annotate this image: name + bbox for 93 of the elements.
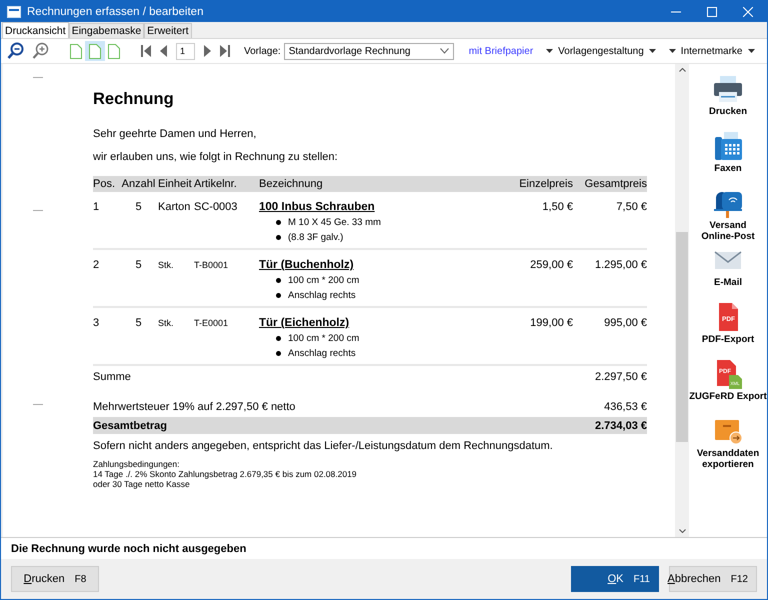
table-cell-text: T-E0001 [194,317,230,328]
bullet-icon [276,336,281,341]
bullet-icon [276,220,281,225]
caret-icon [668,49,676,53]
printer-icon [712,74,744,104]
total-value: 2.734,03 € [595,420,647,432]
bullet-icon [276,293,281,298]
table-cell-text: 5 [134,317,143,329]
last-page-icon[interactable] [219,45,231,57]
total-label: Gesamtbetrag [93,420,167,432]
table-cell-text: 5 [134,201,143,213]
window-title: Rechnungen erfassen / bearbeiten [27,6,204,18]
table-cell-text: Stk. [158,317,175,328]
payment-terms-line: 14 Tage ./. 2% Skonto Zahlungsbetrag 2.679,35 € bis zum 02.08.2019 [93,469,358,479]
table-cell-text: T-B0001 [194,259,230,270]
page-icon [70,44,82,58]
page-number-field[interactable]: 1 [176,42,195,60]
column-header: Pos. [93,178,116,190]
table-cell-text: SC-0003 [194,201,238,213]
template-dropdown[interactable]: Standardvorlage Rechnung [284,42,454,60]
delivery-note: Sofern nicht anders angegeben, entspricht das Liefer-/Leistungsdatum dem Rechnungsdatum. [93,440,554,452]
letterhead-link[interactable]: mit Briefpapier [468,46,534,56]
scroll-down-icon[interactable] [678,529,686,533]
status-message: Die Rechnung wurde noch nicht ausgegeben [1,537,767,559]
sidebar-action[interactable]: Drucken [689,74,767,129]
bullet-icon [276,351,281,356]
sum-label: Summe [93,371,131,383]
template-label: Vorlage: [244,46,281,56]
bullet-icon [276,278,281,283]
first-page-icon[interactable] [140,45,152,57]
toolbar-menu[interactable]: Internetmarke [680,46,742,56]
toolbar-menu[interactable]: Vorlagengestaltung [558,46,644,56]
column-header: Bezeichnung [259,178,324,190]
payment-terms-line: Zahlungsbedingungen: [93,459,180,469]
zoom-in-icon[interactable] [32,42,50,60]
page-icon [89,44,101,58]
page-icon [108,44,120,58]
payment-terms-line: oder 30 Tage netto Kasse [93,479,191,489]
table-cell-text: 995,00 € [603,317,647,329]
sum-value: 2.297,50 € [595,371,647,383]
item-name: Tür (Eichenholz) [259,317,350,329]
table-cell-text: 1,50 € [541,201,573,213]
dialog-button[interactable]: Drucken F8 [11,566,99,592]
item-detail: (8.8 3F galv.) [288,232,344,243]
caret-icon [648,49,656,53]
table-cell-text: 259,00 € [529,259,573,271]
table-cell-text: 5 [134,259,143,271]
tab[interactable]: Druckansicht [2,22,69,38]
maximize-icon[interactable] [707,6,717,16]
dialog-button[interactable]: Abbrechen F12 [669,566,757,592]
tab[interactable]: Erweitert [144,23,192,38]
salutation-text: Sehr geehrte Damen und Herren, [93,128,258,140]
table-cell-text: Karton [158,201,192,213]
table-cell-text: 2 [93,259,100,271]
close-icon[interactable] [743,6,753,16]
table-cell-text: 7,50 € [615,201,647,213]
tab[interactable]: Eingabemaske [68,23,144,38]
column-header: Einheit [158,178,193,190]
table-cell-text: 1.295,00 € [594,259,647,271]
column-header: Gesamtpreis [584,178,647,190]
item-detail: Anschlag rechts [288,290,356,301]
sidebar-action[interactable]: Versand Online-Post [689,188,767,243]
vat-label: Mehrwertsteuer 19% auf 2.297,50 € netto [93,401,296,413]
table-cell-text: Stk. [158,259,175,270]
previous-page-icon[interactable] [159,45,169,57]
item-name: Tür (Buchenholz) [259,259,354,271]
caret-icon [546,49,554,53]
table-cell-text: 3 [93,317,100,329]
document-title: Rechnung [93,90,175,109]
sidebar-action[interactable]: E-Mail [689,245,767,300]
sidebar-action[interactable]: Versanddaten exportieren [689,416,767,471]
column-header: Einzelpreis [518,178,573,190]
next-page-icon[interactable] [202,45,212,57]
item-detail: 100 cm * 200 cm [288,275,360,286]
scroll-up-icon[interactable] [678,68,686,72]
bullet-icon [276,235,281,240]
fax-icon [712,131,744,161]
column-header: Anzahl [120,178,156,190]
caret-icon [748,49,754,53]
column-header: Artikelnr. [194,178,238,190]
item-detail: 100 cm * 200 cm [288,333,360,344]
vat-value: 436,53 € [604,401,647,413]
table-cell-text: 1 [93,201,100,213]
dialog-button[interactable]: OK F11 [571,566,659,592]
item-name: 100 Inbus Schrauben [259,201,375,213]
item-detail: M 10 X 45 Ge. 33 mm [288,217,381,228]
chevron-down-icon [440,48,449,54]
item-detail: Anschlag rechts [288,348,356,359]
window-app-icon [7,6,21,18]
table-cell-text: 199,00 € [529,317,573,329]
zoom-out-icon[interactable] [7,42,25,60]
intro-text: wir erlauben uns, wie folgt in Rechnung zu stellen: [93,151,339,163]
sidebar-action[interactable]: Faxen [689,131,767,186]
